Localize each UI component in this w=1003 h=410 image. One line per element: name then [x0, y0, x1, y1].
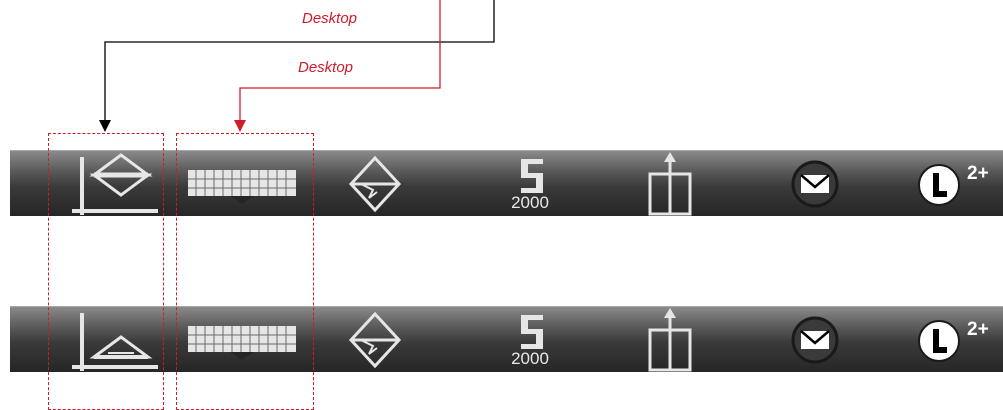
s-numeral-button[interactable]: 2000 — [485, 307, 575, 373]
s-numeral-icon — [521, 159, 543, 193]
level-badge: 2+ — [967, 319, 989, 340]
s-numeral-value: 2000 — [511, 349, 549, 368]
mail-icon — [791, 160, 839, 208]
export-box-button[interactable] — [630, 307, 710, 373]
s-numeral-value: 2000 — [511, 193, 549, 212]
mail-button[interactable] — [775, 307, 855, 373]
export-box-button[interactable] — [630, 151, 710, 217]
diamond-tool-button[interactable] — [335, 307, 415, 373]
highlight-box-axis-tool — [48, 133, 164, 410]
s-numeral-button[interactable]: 2000 — [485, 151, 575, 217]
arrowhead-black — [99, 120, 111, 132]
level-l-icon — [918, 320, 960, 362]
level-l-button[interactable]: 2+ — [903, 307, 1003, 373]
callout-label-desktop-2: Desktop — [298, 59, 354, 76]
diamond-tool-button[interactable] — [335, 151, 415, 217]
level-badge: 2+ — [967, 163, 989, 184]
diamond-tool-icon — [348, 311, 402, 369]
mail-icon — [791, 316, 839, 364]
mail-button[interactable] — [775, 151, 855, 217]
highlight-box-keyboard — [176, 133, 314, 410]
arrowhead-red — [234, 120, 246, 132]
diamond-tool-icon — [348, 155, 402, 213]
level-l-button[interactable]: 2+ — [903, 151, 1003, 217]
s-numeral-icon — [521, 315, 543, 349]
callout-label-desktop-1: Desktop — [302, 10, 358, 27]
export-box-icon — [648, 308, 692, 372]
level-l-icon — [918, 164, 960, 206]
export-box-icon — [648, 152, 692, 216]
